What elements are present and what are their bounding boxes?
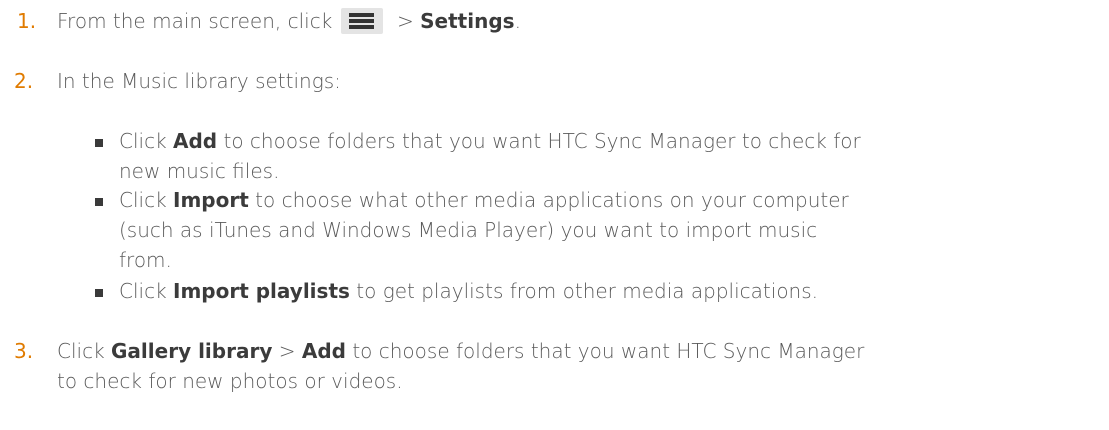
step-3-separator: > [272,339,302,363]
gallery-library-label: Gallery library [111,339,273,363]
step-3-prefix: Click [57,339,112,363]
settings-label: Settings [420,9,515,33]
bullet-add: Click Add to choose folders that you wan… [119,126,1109,186]
bullet-prefix: Click [119,279,174,303]
add-label: Add [173,129,218,153]
step-2-text: In the Music library settings: [57,69,341,93]
import-playlists-label: Import playlists [173,279,350,303]
bullet-marker [95,139,103,147]
step-1-text: From the main screen, click > Settings. [57,6,1107,36]
bullet-prefix: Click [119,129,174,153]
step-number: 1. [17,9,37,33]
bullet-add-line1: to choose folders that you want HTC Sync… [217,129,861,153]
step-number: 2. [14,69,34,93]
step-1-separator: > [390,9,421,33]
import-label: Import [173,188,249,212]
step-3-line2: to check for new photos or videos. [57,369,403,393]
step-1-prefix: From the main screen, click [57,9,339,33]
bullet-import-playlists: Click Import playlists to get playlists … [119,276,1109,306]
step-1-period: . [514,9,521,33]
step-number: 3. [14,339,34,363]
bullet-prefix: Click [119,188,174,212]
bullet-import-line2: (such as iTunes and Windows Media Player… [119,218,818,242]
hamburger-menu-icon [340,8,383,34]
bullet-add-line2: new music files. [119,159,280,183]
bullet-import-line3: from. [119,248,172,272]
bullet-import-line1: to choose what other media applications … [248,188,849,212]
step-3-line1: to choose folders that you want HTC Sync… [345,339,865,363]
bullet-import-playlists-line1: to get playlists from other media applic… [349,279,819,303]
bullet-import: Click Import to choose what other media … [119,185,1109,275]
step-3-text: Click Gallery library > Add to choose fo… [57,336,1107,396]
add-label: Add [301,339,346,363]
bullet-marker [95,289,103,297]
bullet-marker [95,198,103,206]
